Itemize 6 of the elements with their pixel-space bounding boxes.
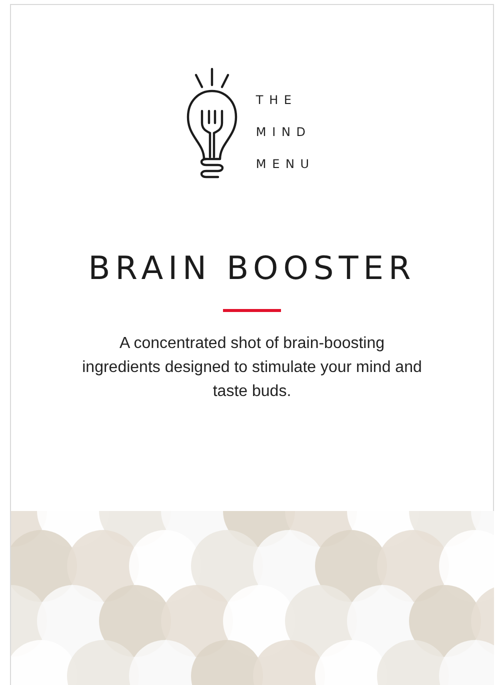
accent-rule — [223, 309, 281, 312]
logo-text: M I N D — [256, 125, 308, 139]
logo-text: M E N U — [256, 157, 310, 171]
logo-text: T H E — [256, 93, 294, 107]
page-title: BRAIN BOOSTER — [88, 249, 416, 287]
description: A concentrated shot of brain-boosting ingredients designed to stimulate your mind and taste buds. — [82, 334, 422, 402]
